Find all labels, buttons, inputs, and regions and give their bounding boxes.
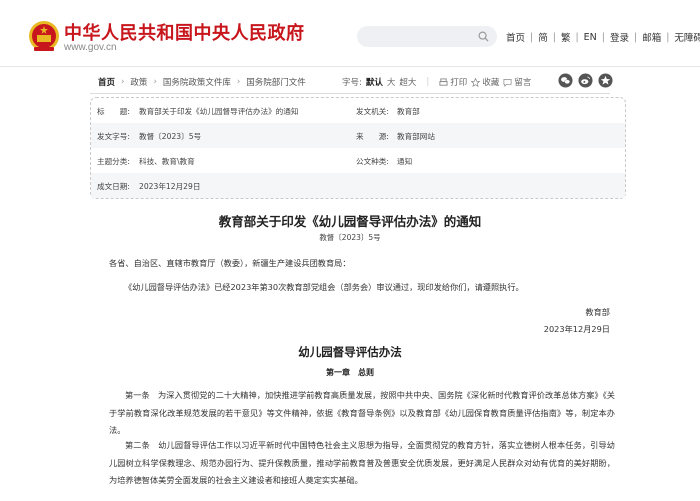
- header-divider: [0, 66, 700, 67]
- doc-number-value: 教督〔2023〕5号: [139, 132, 202, 141]
- breadcrumb-policy[interactable]: 政策: [130, 76, 147, 88]
- nav-mail[interactable]: 邮箱: [642, 30, 661, 44]
- nav-separator: |: [575, 31, 579, 43]
- breadcrumb-arrow-icon: ›: [153, 77, 157, 87]
- site-header: 中华人民共和国中央人民政府 www.gov.cn 首页 | 简 | 繁 | EN | 登…: [0, 0, 700, 66]
- doc-type-value: 通知: [397, 157, 413, 166]
- signature: 教育部: [585, 307, 610, 317]
- info-row: 主题分类: 科技、教育\教育 公文种类: 通知: [91, 148, 625, 173]
- info-row: 发文字号: 教督〔2023〕5号 来 源: 教育部网站: [91, 123, 625, 148]
- star-icon[interactable]: [471, 77, 481, 87]
- category-value: 科技、教育\教育: [139, 157, 195, 166]
- search-icon[interactable]: [478, 31, 489, 42]
- date-label: 成文日期:: [97, 182, 130, 191]
- info-row: 标 题: 教育部关于印发《幼儿园督导评估办法》的通知 发文机关: 教育部: [91, 98, 625, 123]
- notice-body: 《幼儿园督导评估办法》已经2023年第30次教育部党组会（部务会）审议通过，现印…: [124, 282, 524, 292]
- font-xlarge-button[interactable]: 超大: [399, 76, 416, 88]
- print-icon[interactable]: [439, 77, 448, 87]
- comment-button[interactable]: 留言: [514, 76, 531, 88]
- source-value: 教育部网站: [397, 132, 435, 141]
- comment-icon[interactable]: [503, 78, 512, 87]
- nav-simplified[interactable]: 简: [538, 30, 548, 44]
- info-row: 成文日期: 2023年12月29日: [91, 173, 625, 198]
- issuer-label: 发文机关:: [356, 107, 389, 116]
- breadcrumb-arrow-icon: ›: [236, 77, 241, 87]
- search-input[interactable]: [357, 26, 497, 47]
- national-emblem-icon[interactable]: [28, 20, 60, 54]
- article-paragraph: 第一条 为深入贯彻党的二十大精神，加快推进学前教育高质量发展，按照中共中央、国务…: [109, 390, 615, 435]
- nav-home[interactable]: 首页: [506, 30, 525, 44]
- source-label: 来 源:: [356, 132, 389, 141]
- tools-separator: |: [426, 77, 430, 87]
- nav-traditional[interactable]: 繁: [561, 30, 571, 44]
- category-label: 主题分类:: [97, 157, 130, 166]
- breadcrumb: 首页 › 政策 › 国务院政策文件库 › 国务院部门文件: [98, 76, 306, 88]
- nav-separator: |: [530, 31, 534, 43]
- date-value: 2023年12月29日: [139, 182, 201, 191]
- chapter-heading: 第一章 总则: [326, 368, 374, 377]
- document-title: 教育部关于印发《幼儿园督导评估办法》的通知: [218, 214, 482, 229]
- breadcrumb-policy-library[interactable]: 国务院政策文件库: [163, 76, 231, 88]
- favorite-button[interactable]: 收藏: [482, 76, 499, 88]
- font-default-button[interactable]: 默认: [366, 76, 383, 88]
- breadcrumb-home[interactable]: 首页: [98, 76, 115, 88]
- site-url: www.gov.cn: [64, 42, 117, 53]
- doc-number-label: 发文字号:: [97, 132, 130, 141]
- document-info-table: 标 题: 教育部关于印发《幼儿园督导评估办法》的通知 发文机关: 教育部 发文字…: [90, 97, 626, 199]
- breadcrumb-divider: [90, 93, 610, 94]
- article-tools: 字号: 默认 大 超大 | 打印 收藏 留言: [342, 76, 531, 88]
- nav-accessibility[interactable]: 无障碍: [674, 30, 700, 44]
- nav-separator: |: [552, 31, 556, 43]
- nav-separator: |: [666, 31, 670, 43]
- breadcrumb-department-docs[interactable]: 国务院部门文件: [246, 76, 306, 88]
- qzone-icon[interactable]: [598, 73, 613, 88]
- attachment-title: 幼儿园督导评估办法: [298, 345, 402, 359]
- nav-separator: |: [633, 31, 638, 43]
- breadcrumb-arrow-icon: ›: [121, 77, 125, 87]
- addressee: 各省、自治区、直辖市教育厅（教委），新疆生产建设兵团教育局：: [109, 258, 351, 268]
- document-number: 教督〔2023〕5号: [319, 233, 381, 242]
- title-label: 标 题:: [97, 107, 130, 116]
- doc-type-label: 公文种类:: [356, 157, 389, 166]
- wechat-icon[interactable]: [558, 73, 573, 88]
- font-size-label: 字号:: [342, 78, 362, 88]
- nav-english[interactable]: EN: [584, 32, 597, 43]
- nav-login[interactable]: 登录: [610, 30, 629, 44]
- font-large-button[interactable]: 大: [387, 76, 396, 88]
- issuer-value: 教育部: [397, 107, 420, 116]
- title-value: 教育部关于印发《幼儿园督导评估办法》的通知: [139, 107, 299, 116]
- weibo-icon[interactable]: [578, 73, 593, 88]
- article-paragraph: 第二条 幼儿园督导评估工作以习近平新时代中国特色社会主义思想为指导，全面贯彻党的…: [109, 440, 615, 485]
- print-button[interactable]: 打印: [450, 76, 467, 88]
- top-nav: 首页 | 简 | 繁 | EN | 登录 | 邮箱 | 无障碍: [506, 30, 700, 45]
- nav-separator: |: [601, 31, 605, 43]
- issue-date: 2023年12月29日: [543, 324, 610, 334]
